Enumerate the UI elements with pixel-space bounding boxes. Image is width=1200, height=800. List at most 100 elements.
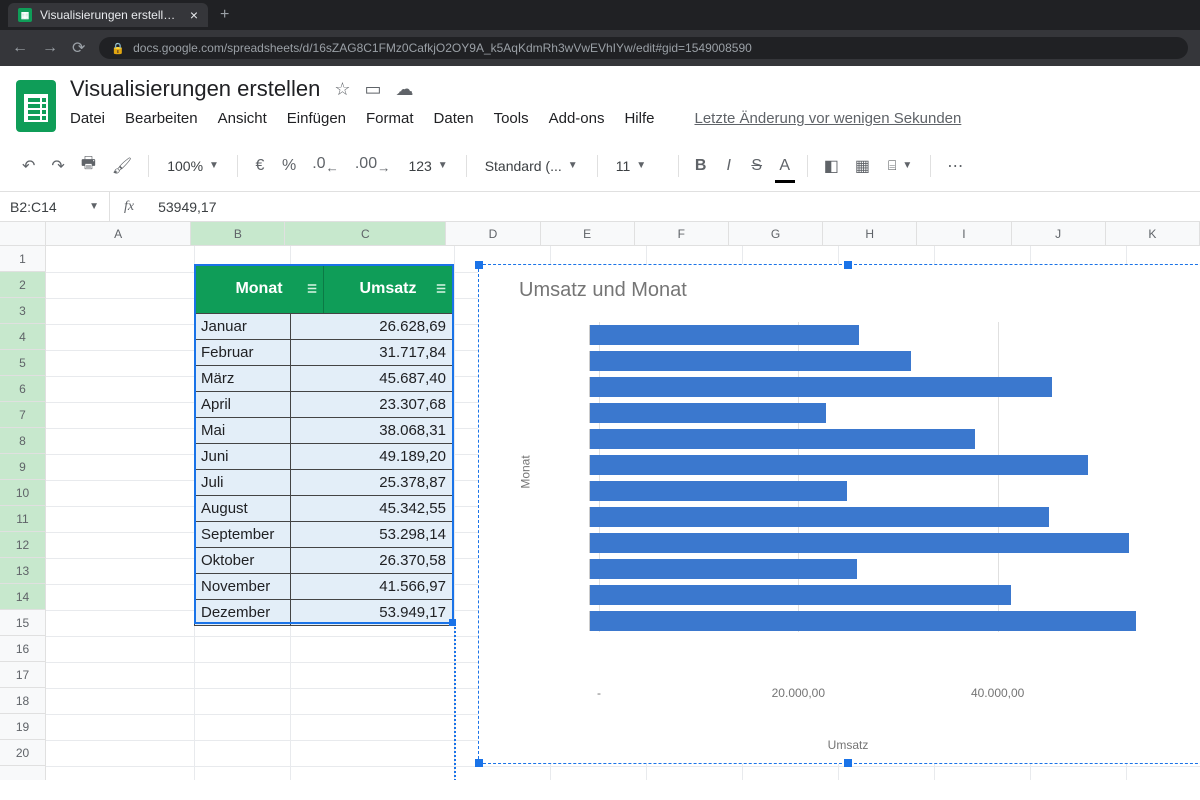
text-color-button[interactable]: A bbox=[773, 151, 797, 181]
italic-button[interactable]: I bbox=[717, 151, 741, 181]
cell-umsatz[interactable]: 53.949,17 bbox=[291, 600, 453, 625]
row-header[interactable]: 2 bbox=[0, 272, 45, 298]
table-row[interactable]: Februar31.717,84 bbox=[195, 339, 453, 365]
name-box[interactable]: B2:C14▼ bbox=[0, 192, 110, 221]
row-header[interactable]: 12 bbox=[0, 532, 45, 558]
filter-icon[interactable]: ☰ bbox=[436, 283, 446, 296]
cell-umsatz[interactable]: 26.628,69 bbox=[291, 314, 453, 339]
menu-tools[interactable]: Tools bbox=[494, 110, 529, 127]
column-header[interactable]: G bbox=[729, 222, 823, 245]
borders-button[interactable]: ▦ bbox=[849, 150, 876, 182]
increase-decimal-button[interactable]: .00→ bbox=[349, 149, 397, 181]
url-input[interactable]: 🔒 docs.google.com/spreadsheets/d/16sZAG8… bbox=[99, 37, 1188, 59]
row-header[interactable]: 13 bbox=[0, 558, 45, 584]
chart-bar[interactable] bbox=[590, 325, 859, 345]
row-header[interactable]: 4 bbox=[0, 324, 45, 350]
row-header[interactable]: 16 bbox=[0, 636, 45, 662]
zoom-select[interactable]: 100%▼ bbox=[159, 154, 227, 178]
reload-icon[interactable]: ⟳ bbox=[72, 38, 85, 58]
table-row[interactable]: Januar26.628,69 bbox=[195, 313, 453, 339]
undo-button[interactable]: ↶ bbox=[16, 150, 41, 182]
column-header[interactable]: K bbox=[1106, 222, 1200, 245]
menu-datei[interactable]: Datei bbox=[70, 110, 105, 127]
column-header[interactable]: I bbox=[917, 222, 1011, 245]
currency-button[interactable]: € bbox=[248, 151, 272, 181]
table-row[interactable]: Juni49.189,20 bbox=[195, 443, 453, 469]
row-header[interactable]: 9 bbox=[0, 454, 45, 480]
chart-bar[interactable] bbox=[590, 481, 847, 501]
cell-umsatz[interactable]: 53.298,14 bbox=[291, 522, 453, 547]
row-header[interactable]: 14 bbox=[0, 584, 45, 610]
decrease-decimal-button[interactable]: .0← bbox=[306, 149, 345, 181]
menu-add-ons[interactable]: Add-ons bbox=[549, 110, 605, 127]
row-header[interactable]: 7 bbox=[0, 402, 45, 428]
cell-month[interactable]: November bbox=[195, 574, 291, 599]
cell-umsatz[interactable]: 45.342,55 bbox=[291, 496, 453, 521]
forward-icon[interactable]: → bbox=[42, 39, 58, 57]
cell-month[interactable]: Mai bbox=[195, 418, 291, 443]
number-format-select[interactable]: 123▼ bbox=[400, 154, 455, 178]
cell-month[interactable]: September bbox=[195, 522, 291, 547]
column-header[interactable]: C bbox=[285, 222, 446, 245]
chart-bar[interactable] bbox=[590, 455, 1088, 475]
column-header[interactable]: E bbox=[541, 222, 635, 245]
chart-resize-handle[interactable] bbox=[844, 759, 852, 767]
table-row[interactable]: August45.342,55 bbox=[195, 495, 453, 521]
chart-bar[interactable] bbox=[590, 585, 1011, 605]
row-header[interactable]: 8 bbox=[0, 428, 45, 454]
cell-umsatz[interactable]: 41.566,97 bbox=[291, 574, 453, 599]
cell-umsatz[interactable]: 38.068,31 bbox=[291, 418, 453, 443]
table-row[interactable]: April23.307,68 bbox=[195, 391, 453, 417]
row-header[interactable]: 11 bbox=[0, 506, 45, 532]
row-header[interactable]: 17 bbox=[0, 662, 45, 688]
close-icon[interactable]: × bbox=[190, 7, 198, 23]
menu-daten[interactable]: Daten bbox=[434, 110, 474, 127]
cell-month[interactable]: Februar bbox=[195, 340, 291, 365]
row-header[interactable]: 10 bbox=[0, 480, 45, 506]
chart-resize-handle[interactable] bbox=[844, 261, 852, 269]
star-icon[interactable]: ☆ bbox=[334, 79, 350, 100]
spreadsheet-grid[interactable]: 1234567891011121314151617181920 ABCDEFGH… bbox=[0, 222, 1200, 780]
menu-hilfe[interactable]: Hilfe bbox=[624, 110, 654, 127]
print-button[interactable]: 🖶 bbox=[75, 146, 102, 185]
menu-format[interactable]: Format bbox=[366, 110, 414, 127]
menu-einfügen[interactable]: Einfügen bbox=[287, 110, 346, 127]
chart-bar[interactable] bbox=[590, 351, 911, 371]
table-row[interactable]: März45.687,40 bbox=[195, 365, 453, 391]
paint-format-button[interactable]: 🖌 bbox=[106, 150, 138, 182]
cell-month[interactable]: Oktober bbox=[195, 548, 291, 573]
cell-umsatz[interactable]: 45.687,40 bbox=[291, 366, 453, 391]
back-icon[interactable]: ← bbox=[12, 39, 28, 57]
cell-month[interactable]: Juni bbox=[195, 444, 291, 469]
filter-icon[interactable]: ☰ bbox=[307, 283, 317, 296]
column-header[interactable]: F bbox=[635, 222, 729, 245]
cell-month[interactable]: Juli bbox=[195, 470, 291, 495]
data-table[interactable]: Monat☰ Umsatz☰ Januar26.628,69Februar31.… bbox=[194, 264, 454, 626]
percent-button[interactable]: % bbox=[276, 151, 302, 181]
chart-resize-handle[interactable] bbox=[475, 759, 483, 767]
menu-bearbeiten[interactable]: Bearbeiten bbox=[125, 110, 198, 127]
cell-umsatz[interactable]: 49.189,20 bbox=[291, 444, 453, 469]
row-header[interactable]: 20 bbox=[0, 740, 45, 766]
menu-ansicht[interactable]: Ansicht bbox=[218, 110, 267, 127]
sheets-logo[interactable] bbox=[16, 80, 56, 132]
merge-button[interactable]: ⌸▼ bbox=[880, 153, 920, 178]
select-all-corner[interactable] bbox=[0, 222, 45, 246]
column-header[interactable]: B bbox=[191, 222, 285, 245]
last-edit-link[interactable]: Letzte Änderung vor wenigen Sekunden bbox=[694, 110, 961, 127]
browser-tab[interactable]: ▦ Visualisierungen erstellen - Goog × bbox=[8, 3, 208, 27]
cell-month[interactable]: Januar bbox=[195, 314, 291, 339]
chart-bar[interactable] bbox=[590, 377, 1052, 397]
row-header[interactable]: 5 bbox=[0, 350, 45, 376]
table-row[interactable]: Mai38.068,31 bbox=[195, 417, 453, 443]
row-header[interactable]: 18 bbox=[0, 688, 45, 714]
cell-umsatz[interactable]: 25.378,87 bbox=[291, 470, 453, 495]
table-row[interactable]: Oktober26.370,58 bbox=[195, 547, 453, 573]
cell-month[interactable]: April bbox=[195, 392, 291, 417]
chart-bar[interactable] bbox=[590, 611, 1136, 631]
move-icon[interactable]: ▭ bbox=[364, 79, 381, 100]
new-tab-button[interactable]: + bbox=[220, 6, 229, 24]
cell-month[interactable]: Dezember bbox=[195, 600, 291, 625]
table-row[interactable]: September53.298,14 bbox=[195, 521, 453, 547]
table-row[interactable]: Juli25.378,87 bbox=[195, 469, 453, 495]
